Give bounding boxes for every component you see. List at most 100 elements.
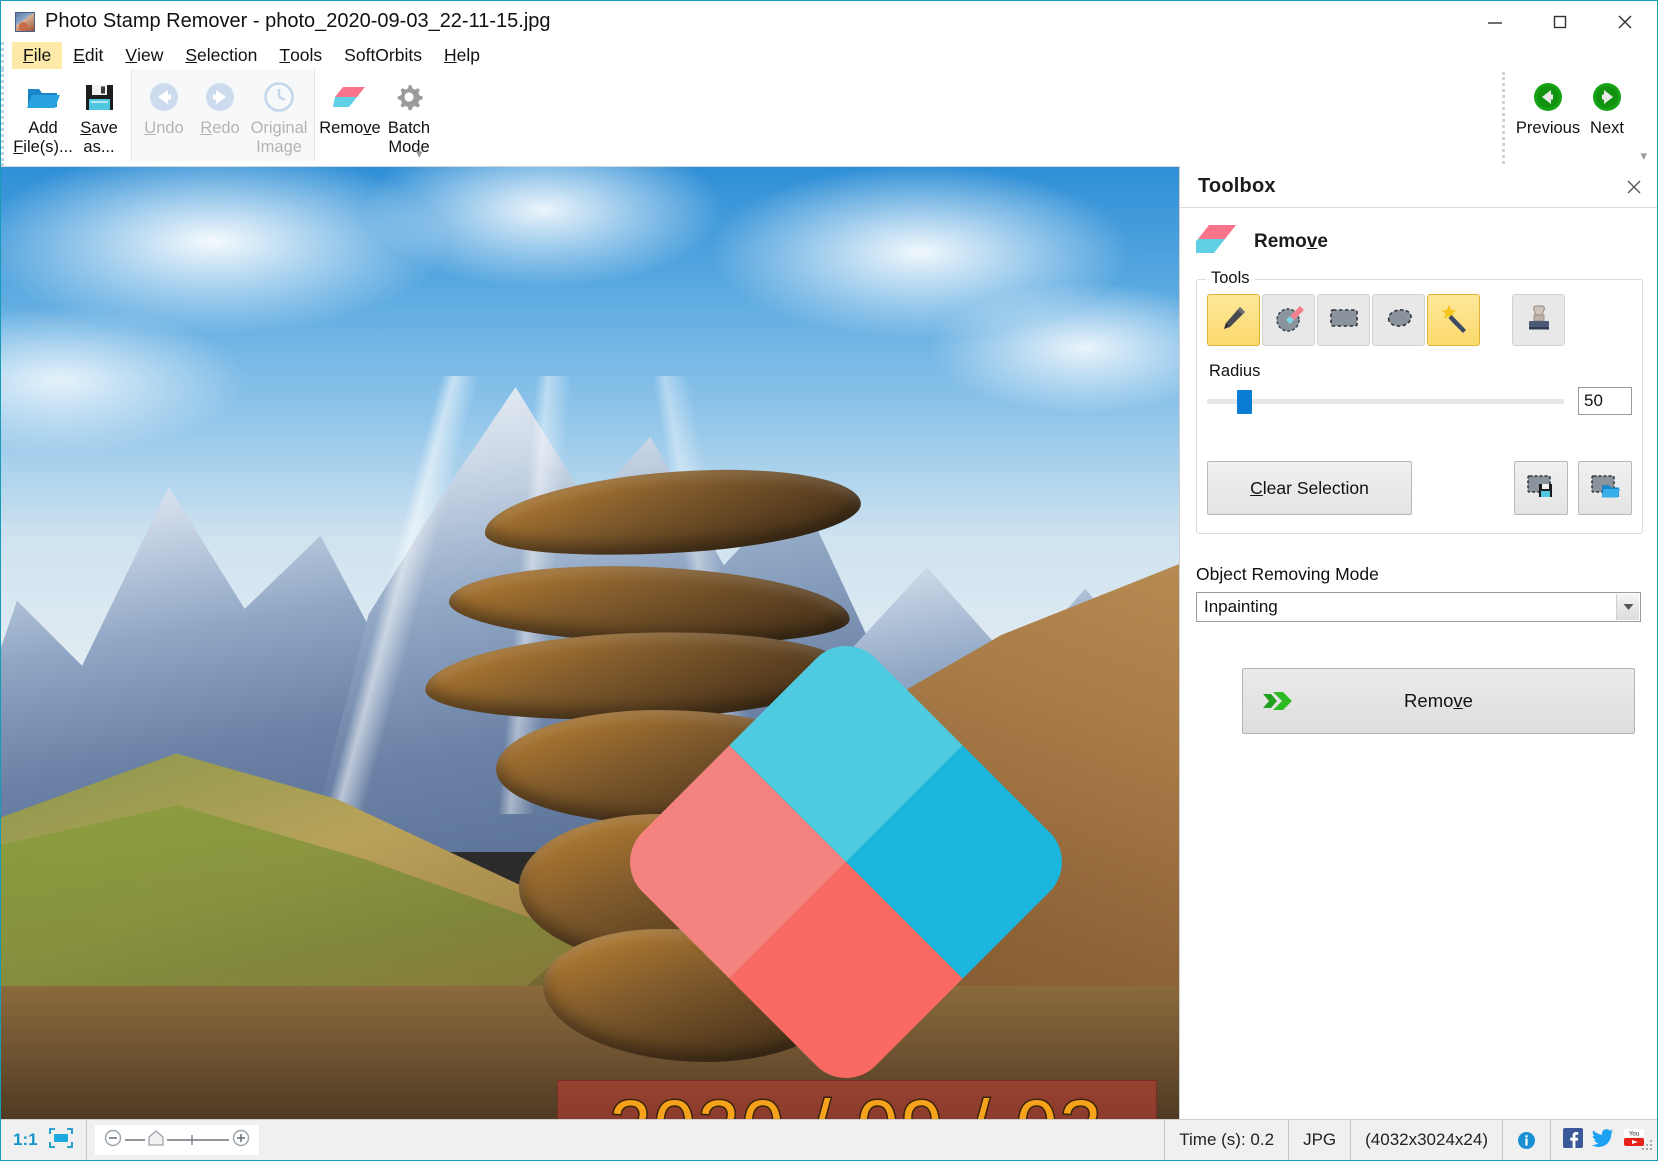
status-spacer xyxy=(259,1120,1165,1160)
menu-help[interactable]: Help xyxy=(433,42,491,69)
application-window: Photo Stamp Remover - photo_2020-09-03_2… xyxy=(0,0,1658,1161)
radius-slider-thumb[interactable] xyxy=(1237,390,1252,414)
ribbon-expand-icon[interactable]: ▾ xyxy=(1640,148,1647,164)
next-button[interactable]: Next xyxy=(1579,72,1635,138)
menu-view[interactable]: View xyxy=(114,42,174,69)
close-button[interactable] xyxy=(1592,1,1657,42)
rect-marquee-icon xyxy=(1328,305,1360,336)
save-as-label-1: Save xyxy=(80,119,118,138)
photo-app-icon xyxy=(15,12,35,32)
chevron-down-icon[interactable] xyxy=(1616,594,1639,620)
toolbox-panel: Toolbox Remove Tools xyxy=(1179,166,1657,1119)
zoom-out-icon[interactable] xyxy=(103,1128,123,1153)
tools-group-legend: Tools xyxy=(1206,269,1255,288)
next-label: Next xyxy=(1590,119,1624,138)
undo-label: Undo xyxy=(144,119,183,138)
redo-arrow-icon xyxy=(203,80,237,114)
toolbox-close-icon[interactable] xyxy=(1621,174,1647,200)
lasso-icon xyxy=(1383,305,1415,336)
tool-clone-stamp[interactable] xyxy=(1512,294,1565,346)
zoom-track-right xyxy=(167,1130,229,1150)
date-stamp-watermark: 2020 / 09 / 03 xyxy=(557,1085,1157,1119)
status-format: JPG xyxy=(1288,1120,1350,1160)
undo-button[interactable]: Undo xyxy=(136,72,192,138)
info-icon[interactable] xyxy=(1502,1120,1550,1160)
tools-group: Tools xyxy=(1196,279,1643,534)
save-as-label-2: as... xyxy=(83,138,114,157)
resize-grip-icon[interactable] xyxy=(1640,1137,1654,1157)
load-selection-button[interactable] xyxy=(1578,461,1632,515)
save-as-button[interactable]: Save as... xyxy=(71,72,127,157)
svg-text:You: You xyxy=(1629,1131,1639,1137)
redo-label: Redo xyxy=(200,119,239,138)
radius-row: 50 xyxy=(1207,387,1632,415)
original-image-label-1: Original xyxy=(251,119,308,138)
zoom-in-icon[interactable] xyxy=(231,1128,251,1153)
window-controls xyxy=(1462,1,1657,42)
undo-arrow-icon xyxy=(147,80,181,114)
apply-remove-button[interactable]: Remove xyxy=(1242,668,1635,734)
selection-actions-row: Clear Selection xyxy=(1207,461,1632,515)
tool-lasso[interactable] xyxy=(1372,294,1425,346)
original-image-button[interactable]: Original Image xyxy=(248,72,310,157)
magic-wand-icon xyxy=(1439,303,1469,338)
save-selection-button[interactable] xyxy=(1514,461,1568,515)
object-removing-mode-select[interactable]: Inpainting xyxy=(1196,592,1641,622)
batch-mode-label-1: Batch xyxy=(388,119,430,138)
pencil-icon xyxy=(1219,303,1249,338)
menu-bar: File Edit View Selection Tools SoftOrbit… xyxy=(1,42,1657,69)
add-files-button[interactable]: Add File(s)... xyxy=(15,72,71,157)
fit-to-screen-icon[interactable] xyxy=(48,1127,74,1154)
menu-edit[interactable]: Edit xyxy=(62,42,114,69)
menu-tools[interactable]: Tools xyxy=(268,42,333,69)
add-files-label-1: Add xyxy=(28,119,57,138)
menu-file[interactable]: File xyxy=(12,42,62,69)
zoom-home-handle-icon[interactable] xyxy=(147,1128,165,1153)
gear-icon xyxy=(392,80,426,114)
tool-strip xyxy=(1207,294,1482,346)
minimize-button[interactable] xyxy=(1462,1,1527,42)
photo-image xyxy=(1,167,1179,1119)
apply-remove-label: Remove xyxy=(1243,690,1634,712)
twitter-icon[interactable] xyxy=(1592,1128,1614,1153)
previous-label: Previous xyxy=(1516,119,1580,138)
maximize-button[interactable] xyxy=(1527,1,1592,42)
tool-eraser[interactable] xyxy=(1262,294,1315,346)
main-area: 2020 / 09 / 03 Toolbox Remove xyxy=(1,166,1657,1119)
ribbon-group-navigation: Previous Next xyxy=(1502,72,1635,164)
redo-button[interactable]: Redo xyxy=(192,72,248,138)
save-selection-icon xyxy=(1526,473,1556,504)
original-image-label-2: Image xyxy=(256,138,302,157)
tool-magic-wand[interactable] xyxy=(1427,294,1480,346)
zoom-ratio-button[interactable]: 1:1 xyxy=(13,1130,38,1150)
radius-value-input[interactable]: 50 xyxy=(1578,387,1632,415)
menu-edit-rest: dit xyxy=(85,45,103,66)
menu-selection-rest: election xyxy=(197,45,257,66)
image-canvas[interactable]: 2020 / 09 / 03 xyxy=(1,166,1179,1119)
stamp-icon xyxy=(1525,303,1553,338)
title-bar: Photo Stamp Remover - photo_2020-09-03_2… xyxy=(1,1,1657,42)
tool-pencil[interactable] xyxy=(1207,294,1260,346)
batch-mode-button[interactable]: Batch Mode xyxy=(381,72,437,157)
ribbon-group-expand-icon[interactable]: ▾ xyxy=(416,146,423,162)
zoom-slider-widget[interactable] xyxy=(95,1125,259,1155)
status-dimensions: (4032x3024x24) xyxy=(1350,1120,1502,1160)
zoom-controls: 1:1 xyxy=(1,1120,87,1160)
tool-rect-marquee[interactable] xyxy=(1317,294,1370,346)
floppy-save-icon xyxy=(82,80,116,114)
radius-slider-track xyxy=(1207,399,1564,404)
menu-softorbits[interactable]: SoftOrbits xyxy=(333,42,433,69)
window-title: Photo Stamp Remover - photo_2020-09-03_2… xyxy=(45,10,551,33)
menu-tools-rest: ools xyxy=(290,45,322,66)
status-time: Time (s): 0.2 xyxy=(1164,1120,1288,1160)
previous-button[interactable]: Previous xyxy=(1517,72,1579,138)
menu-selection[interactable]: Selection xyxy=(174,42,268,69)
remove-ribbon-button[interactable]: Remove xyxy=(319,72,381,138)
clear-selection-button[interactable]: Clear Selection xyxy=(1207,461,1412,515)
toolbox-mode-label: Remove xyxy=(1254,231,1328,253)
green-left-arrow-icon xyxy=(1531,80,1565,114)
radius-slider[interactable] xyxy=(1207,390,1564,412)
add-files-label-2: File(s)... xyxy=(13,138,73,157)
circle-eraser-icon xyxy=(1273,302,1305,339)
facebook-icon[interactable] xyxy=(1563,1128,1583,1153)
